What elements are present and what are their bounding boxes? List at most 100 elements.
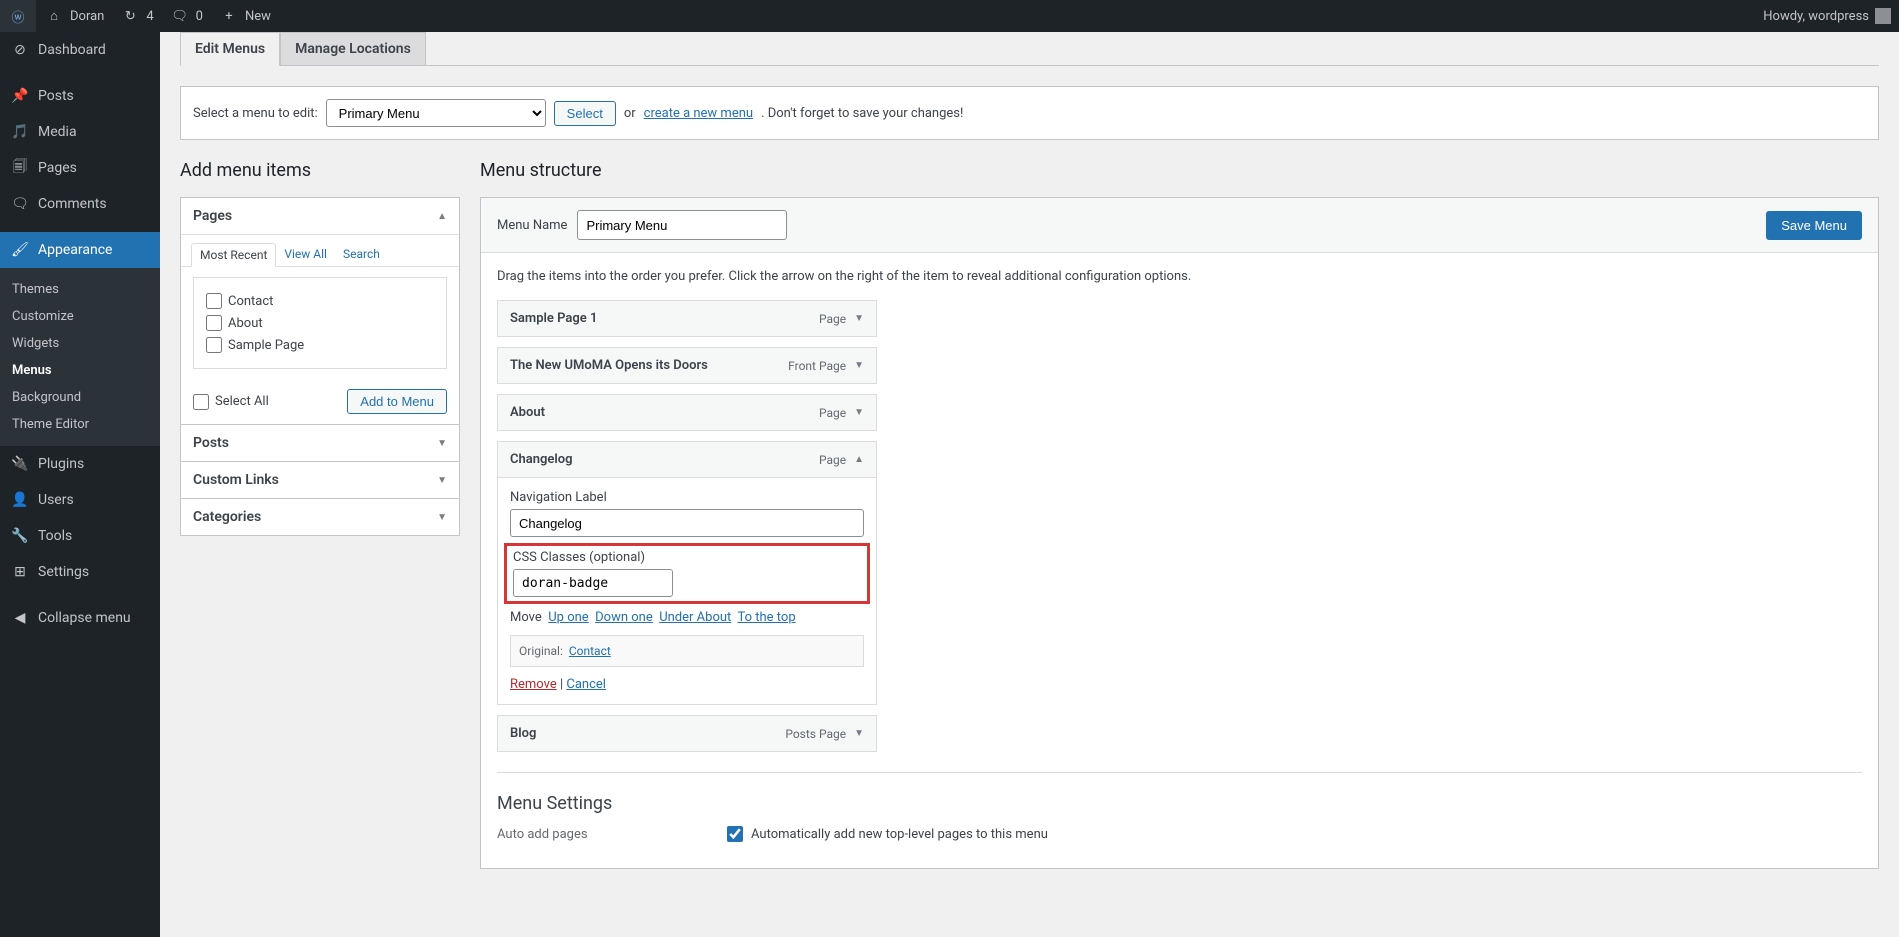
sidebar-item-comments[interactable]: 🗨Comments: [0, 186, 160, 222]
sidebar-item-settings[interactable]: ⊞Settings: [0, 554, 160, 590]
css-classes-input[interactable]: [513, 569, 673, 597]
sidebar-item-appearance[interactable]: 🖌Appearance: [0, 232, 160, 268]
page-icon: 🗐: [10, 158, 30, 178]
sidebar-collapse[interactable]: ◀Collapse menu: [0, 600, 160, 636]
page-checkbox[interactable]: [206, 337, 222, 353]
sidebar-label: Dashboard: [38, 42, 106, 58]
sidebar-label: Posts: [38, 88, 74, 104]
nav-label-input[interactable]: [510, 509, 864, 537]
auto-add-checkbox[interactable]: [727, 826, 743, 842]
page-check-sample[interactable]: Sample Page: [206, 334, 434, 356]
auto-add-control[interactable]: Automatically add new top-level pages to…: [727, 826, 1048, 842]
page-check-about[interactable]: About: [206, 312, 434, 334]
tab-edit-menus[interactable]: Edit Menus: [180, 32, 280, 66]
select-menu-button[interactable]: Select: [554, 101, 616, 126]
postbox-categories-header[interactable]: Categories ▼: [181, 499, 459, 535]
sidebar-label: Plugins: [38, 456, 84, 472]
remove-link[interactable]: Remove: [510, 677, 557, 692]
page-check-contact[interactable]: Contact: [206, 290, 434, 312]
css-classes-label: CSS Classes (optional): [513, 550, 861, 565]
menu-name-input[interactable]: [577, 210, 787, 240]
select-all[interactable]: Select All: [193, 391, 269, 413]
sidebar-item-dashboard[interactable]: ⊘ Dashboard: [0, 32, 160, 68]
move-up-one[interactable]: Up one: [548, 610, 588, 625]
sidebar-sub-widgets[interactable]: Widgets: [0, 330, 160, 357]
sidebar-sub-customize[interactable]: Customize: [0, 303, 160, 330]
postbox-title: Categories: [193, 509, 261, 525]
plug-icon: 🔌: [10, 454, 30, 474]
create-new-menu-link[interactable]: create a new menu: [644, 106, 753, 121]
new-content[interactable]: +New: [211, 0, 279, 32]
sidebar-item-pages[interactable]: 🗐Pages: [0, 150, 160, 186]
menu-item-umoma[interactable]: The New UMoMA Opens its Doors Front Page…: [497, 347, 877, 384]
chevron-down-icon[interactable]: ▼: [854, 313, 864, 324]
or-text: or: [624, 106, 636, 121]
user-icon: 👤: [10, 490, 30, 510]
move-down-one[interactable]: Down one: [595, 610, 653, 625]
sidebar-item-media[interactable]: 🎵Media: [0, 114, 160, 150]
chevron-down-icon: ▼: [437, 512, 447, 523]
chevron-up-icon[interactable]: ▲: [854, 454, 864, 465]
sidebar-item-users[interactable]: 👤 Users: [0, 482, 160, 518]
site-name[interactable]: ⌂Doran: [36, 0, 112, 32]
tab-manage-locations[interactable]: Manage Locations: [280, 32, 426, 65]
auto-add-text: Automatically add new top-level pages to…: [751, 827, 1048, 842]
chevron-down-icon: ▼: [437, 438, 447, 449]
comments-count: 0: [196, 9, 203, 24]
menu-item-sample-page[interactable]: Sample Page 1 Page▼: [497, 300, 877, 337]
pages-tab-recent[interactable]: Most Recent: [191, 243, 276, 267]
menu-item-about[interactable]: About Page▼: [497, 394, 877, 431]
howdy[interactable]: Howdy, wordpress: [1755, 0, 1899, 32]
save-hint: . Don't forget to save your changes!: [761, 106, 963, 121]
add-to-menu-button[interactable]: Add to Menu: [347, 389, 447, 414]
sidebar-item-posts[interactable]: 📌Posts: [0, 78, 160, 114]
save-menu-button[interactable]: Save Menu: [1766, 211, 1862, 240]
pages-tab-search[interactable]: Search: [335, 243, 388, 266]
sidebar-item-tools[interactable]: 🔧Tools: [0, 518, 160, 554]
sidebar-label: Users: [38, 492, 74, 508]
page-label: About: [228, 316, 263, 331]
postbox-posts: Posts ▼: [180, 424, 460, 462]
select-menu-label: Select a menu to edit:: [193, 106, 318, 121]
original-link[interactable]: Contact: [569, 644, 611, 658]
sidebar-item-plugins[interactable]: 🔌 Plugins: [0, 446, 160, 482]
comments-bubble[interactable]: 🗨0: [162, 0, 211, 32]
sidebar-sub-theme-editor[interactable]: Theme Editor: [0, 411, 160, 438]
howdy-label: Howdy, wordpress: [1763, 9, 1869, 24]
comment-icon: 🗨: [170, 6, 190, 26]
chevron-down-icon[interactable]: ▼: [854, 407, 864, 418]
postbox-pages-header[interactable]: Pages ▲: [181, 198, 459, 235]
site-name-label: Doran: [70, 9, 104, 24]
original-label: Original:: [519, 644, 563, 658]
chevron-down-icon[interactable]: ▼: [854, 728, 864, 739]
menu-item-title: The New UMoMA Opens its Doors: [510, 358, 708, 373]
select-all-checkbox[interactable]: [193, 394, 209, 410]
cancel-link[interactable]: Cancel: [566, 677, 606, 692]
sliders-icon: ⊞: [10, 562, 30, 582]
updates[interactable]: ↻4: [112, 0, 161, 32]
menu-edit-frame: Menu Name Save Menu Drag the items into …: [480, 197, 1879, 869]
chevron-down-icon: ▼: [437, 475, 447, 486]
menu-item-type: Posts Page▼: [785, 727, 864, 741]
sidebar-sub-background[interactable]: Background: [0, 384, 160, 411]
sidebar-sub-themes[interactable]: Themes: [0, 276, 160, 303]
sidebar-sub-menus[interactable]: Menus: [0, 357, 160, 384]
pages-checklist: Contact About Sample Page: [193, 277, 447, 369]
main-content: Edit Menus Manage Locations Select a men…: [160, 32, 1899, 937]
move-to-top[interactable]: To the top: [737, 610, 795, 625]
menu-name-label: Menu Name: [497, 218, 567, 233]
postbox-posts-header[interactable]: Posts ▼: [181, 425, 459, 461]
wp-logo[interactable]: ⓦ: [0, 0, 36, 32]
move-under-about[interactable]: Under About: [659, 610, 731, 625]
dashboard-icon: ⊘: [10, 40, 30, 60]
pages-tab-viewall[interactable]: View All: [276, 243, 335, 266]
auto-add-label: Auto add pages: [497, 827, 727, 842]
menu-item-blog[interactable]: Blog Posts Page▼: [497, 715, 877, 752]
menu-select-dropdown[interactable]: Primary Menu: [326, 99, 546, 127]
page-checkbox[interactable]: [206, 315, 222, 331]
chevron-down-icon[interactable]: ▼: [854, 360, 864, 371]
page-checkbox[interactable]: [206, 293, 222, 309]
postbox-custom-links-header[interactable]: Custom Links ▼: [181, 462, 459, 498]
menu-item-bar[interactable]: Changelog Page▲: [498, 442, 876, 477]
nav-tab-wrapper: Edit Menus Manage Locations: [180, 32, 1879, 66]
